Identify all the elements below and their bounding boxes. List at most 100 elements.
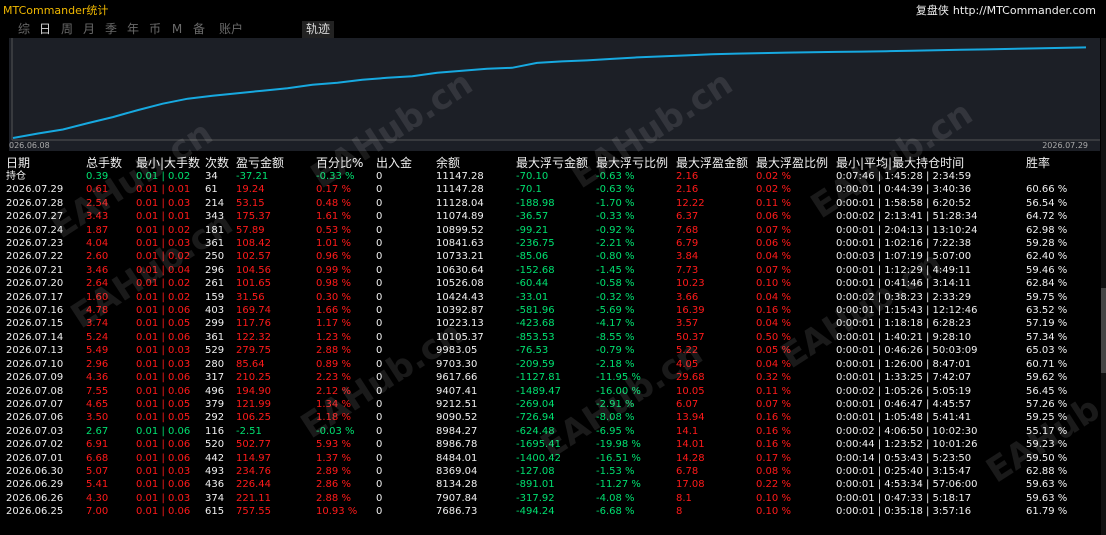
col-header[interactable]: 出入金 <box>376 156 436 170</box>
table-row[interactable]: 2026.07.27 3.43 0.01 | 0.01 343 175.37 1.61 %… <box>6 210 1096 223</box>
table-cell: 1.18 % <box>316 412 351 424</box>
table-cell: 299 <box>205 318 225 330</box>
col-header[interactable]: 总手数 <box>86 156 136 170</box>
tab-summary[interactable]: 综 <box>16 21 32 38</box>
table-cell: -2.91 % <box>596 398 635 410</box>
tab-month[interactable]: 月 <box>81 21 97 38</box>
table-row[interactable]: 2026.07.14 5.24 0.01 | 0.06 361 122.32 1.23 %… <box>6 331 1096 344</box>
table-row[interactable]: 2026.06.26 4.30 0.01 | 0.03 374 221.11 2.88 %… <box>6 492 1096 505</box>
tab-year[interactable]: 年 <box>125 21 141 38</box>
table-cell: 0:00:01 | 0:46:26 | 50:03:09 <box>836 345 978 357</box>
table-cell: -8.55 % <box>596 331 635 343</box>
tab-quarter[interactable]: 季 <box>103 21 119 38</box>
vertical-scrollbar[interactable] <box>1101 38 1106 535</box>
table-cell: 0 <box>376 372 383 384</box>
table-cell: 0.96 % <box>316 251 351 263</box>
table-row[interactable]: 2026.07.01 6.68 0.01 | 0.06 442 114.97 1.37 %… <box>6 452 1096 465</box>
table-cell: 2026.06.25 <box>6 506 64 518</box>
col-header[interactable]: 最大浮盈比例 <box>756 156 836 170</box>
tab-magic[interactable]: M <box>170 21 184 38</box>
table-row[interactable]: 2026.07.03 2.67 0.01 | 0.06 116 -2.51 -0.03 %… <box>6 425 1096 438</box>
table-cell: 0.04 % <box>756 251 791 263</box>
table-cell: 0.01 | 0.03 <box>136 492 191 504</box>
table-cell: -1489.47 <box>516 385 561 397</box>
table-cell: 0.04 % <box>756 358 791 370</box>
table-row[interactable]: 2026.06.30 5.07 0.01 | 0.03 493 234.76 2.89 %… <box>6 465 1096 478</box>
table-row[interactable]: 2026.07.06 3.50 0.01 | 0.05 292 106.25 1.18 %… <box>6 411 1096 424</box>
col-header[interactable]: 次数 <box>205 156 236 170</box>
table-cell: 0.98 % <box>316 278 351 290</box>
col-header[interactable]: 盈亏金额 <box>236 156 316 170</box>
table-cell: 0.10 % <box>756 492 791 504</box>
table-row[interactable]: 2026.07.20 2.64 0.01 | 0.02 261 101.65 0.98 %… <box>6 277 1096 290</box>
table-cell: -1400.42 <box>516 452 561 464</box>
table-cell: 11147.28 <box>436 184 484 196</box>
table-cell: -1695.41 <box>516 439 561 451</box>
col-header[interactable]: 日期 <box>6 156 86 170</box>
summary-row[interactable]: 持仓 0.39 0.01 | 0.02 34 -37.21 -0.33 % 0 11147.2… <box>6 170 1096 183</box>
table-row[interactable]: 2026.06.25 7.00 0.01 | 0.06 615 757.55 10.93 … <box>6 505 1096 518</box>
table-cell: 60.66 % <box>1026 184 1068 196</box>
table-cell: 4.78 <box>86 305 109 317</box>
col-header[interactable]: 最小|大手数 <box>136 156 205 170</box>
table-cell: 6.68 <box>86 452 109 464</box>
table-cell: 0:07:46 | 1:45:28 | 2:34:59 <box>836 171 972 182</box>
table-cell: 0.01 | 0.02 <box>136 224 191 236</box>
tab-remark[interactable]: 备 <box>191 21 207 38</box>
col-header[interactable]: 最大浮盈金额 <box>676 156 756 170</box>
table-row[interactable]: 2026.07.17 1.60 0.01 | 0.02 159 31.56 0.30 % 0… <box>6 291 1096 304</box>
table-cell: 2026.07.29 <box>6 184 64 196</box>
table-cell: 1.66 % <box>316 305 351 317</box>
table-row[interactable]: 2026.06.29 5.41 0.01 | 0.06 436 226.44 2.86 %… <box>6 478 1096 491</box>
tab-week[interactable]: 周 <box>59 21 75 38</box>
table-cell: -19.98 % <box>596 439 641 451</box>
table-cell: 0.01 | 0.03 <box>136 345 191 357</box>
tab-track[interactable]: 轨迹 <box>302 21 334 38</box>
table-cell: 361 <box>205 238 225 250</box>
table-row[interactable]: 2026.07.28 2.54 0.01 | 0.03 214 53.15 0.48 % 0… <box>6 197 1096 210</box>
table-row[interactable]: 2026.07.02 6.91 0.01 | 0.06 520 502.77 5.93 %… <box>6 438 1096 451</box>
table-cell: 374 <box>205 492 225 504</box>
table-row[interactable]: 2026.07.09 4.36 0.01 | 0.06 317 210.25 2.23 %… <box>6 371 1096 384</box>
table-row[interactable]: 2026.07.21 3.46 0.01 | 0.04 296 104.56 0.99 %… <box>6 264 1096 277</box>
table-row[interactable]: 2026.07.10 2.96 0.01 | 0.03 280 85.64 0.89 % 0… <box>6 358 1096 371</box>
table-cell: 9703.30 <box>436 358 478 370</box>
table-row[interactable]: 2026.07.07 4.65 0.01 | 0.05 379 121.99 1.34 %… <box>6 398 1096 411</box>
table-cell: 9617.66 <box>436 372 478 384</box>
table-cell: 4.04 <box>86 238 109 250</box>
table-cell: 0 <box>376 291 383 303</box>
table-cell: 2026.07.28 <box>6 197 64 209</box>
table-cell: -624.48 <box>516 425 555 437</box>
col-header[interactable]: 最小|平均|最大持仓时间 <box>836 156 1026 170</box>
table-row[interactable]: 2026.07.23 4.04 0.01 | 0.03 361 108.42 1.01 %… <box>6 237 1096 250</box>
table-cell: 14.01 <box>676 439 705 451</box>
scrollbar-thumb[interactable] <box>1101 288 1106 373</box>
table-cell: 61.79 % <box>1026 506 1068 518</box>
table-row[interactable]: 2026.07.16 4.78 0.01 | 0.06 403 169.74 1.66 %… <box>6 304 1096 317</box>
table-cell: 61 <box>205 184 218 196</box>
col-header[interactable]: 最大浮亏金额 <box>516 156 596 170</box>
table-cell <box>1026 170 1096 183</box>
table-cell: 5.22 <box>676 345 699 357</box>
brand-name: 复盘侠 <box>915 4 949 17</box>
brand-url-link[interactable]: http://MTCommander.com <box>953 4 1096 17</box>
col-header[interactable]: 百分比% <box>316 156 376 170</box>
table-cell: 0.01 | 0.06 <box>136 439 191 451</box>
col-header[interactable]: 最大浮亏比例 <box>596 156 676 170</box>
table-cell: 8484.01 <box>436 452 478 464</box>
tab-currency[interactable]: 币 <box>147 21 163 38</box>
table-cell: 106.25 <box>236 412 271 424</box>
table-row[interactable]: 2026.07.08 7.55 0.01 | 0.06 496 194.90 2.12 %… <box>6 385 1096 398</box>
table-row[interactable]: 2026.07.15 3.74 0.01 | 0.05 299 117.76 1.17 %… <box>6 317 1096 330</box>
table-row[interactable]: 2026.07.24 1.87 0.01 | 0.02 181 57.89 0.53 % 0… <box>6 224 1096 237</box>
tab-day[interactable]: 日 <box>37 21 53 38</box>
col-header[interactable]: 胜率 <box>1026 156 1096 170</box>
table-row[interactable]: 2026.07.13 5.49 0.01 | 0.03 529 279.75 2.88 %… <box>6 344 1096 357</box>
table-cell: -11.27 % <box>596 479 641 491</box>
table-row[interactable]: 2026.07.22 2.60 0.01 | 0.02 250 102.57 0.96 %… <box>6 250 1096 263</box>
tab-account[interactable]: 账户 <box>216 21 246 38</box>
col-header[interactable]: 余额 <box>436 156 516 170</box>
table-cell: 0.01 | 0.05 <box>136 318 191 330</box>
table-cell: 0 <box>376 184 383 196</box>
table-row[interactable]: 2026.07.29 0.61 0.01 | 0.01 61 19.24 0.17 % 0 1… <box>6 183 1096 196</box>
